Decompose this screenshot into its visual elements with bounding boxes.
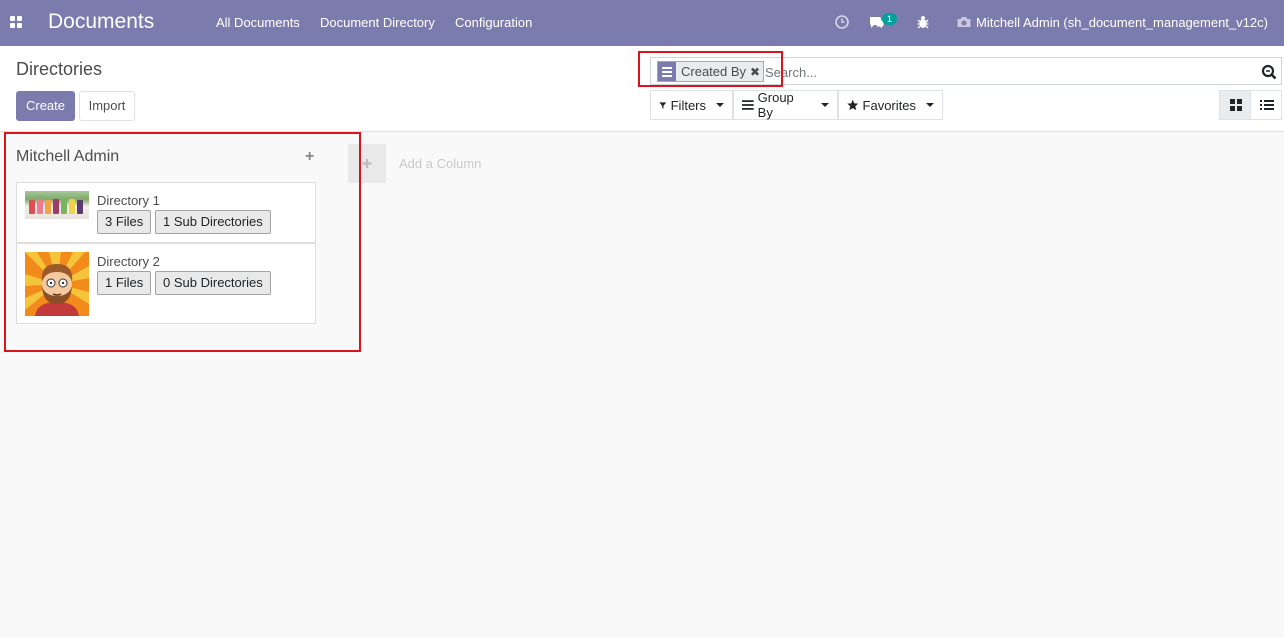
directory-name: Directory 1 <box>97 193 160 208</box>
filter-icon <box>659 101 667 109</box>
debug-bug-icon[interactable] <box>915 14 931 30</box>
search-input[interactable] <box>765 63 1245 81</box>
kanban-card-directory[interactable]: Directory 1 3 Files 1 Sub Directories <box>16 182 316 243</box>
favorites-dropdown[interactable]: Favorites <box>838 90 943 120</box>
column-title: Mitchell Admin <box>16 148 120 165</box>
chat-count-badge: 1 <box>882 13 897 25</box>
groupby-label: Group By <box>757 90 794 120</box>
list-view-button[interactable] <box>1250 90 1282 120</box>
menu-configuration[interactable]: Configuration <box>455 15 532 30</box>
groupby-dropdown[interactable]: Group By <box>733 90 838 120</box>
avatar <box>25 252 89 316</box>
chevron-down-icon <box>926 103 934 107</box>
directory-name: Directory 2 <box>97 254 160 269</box>
kanban-grid-icon <box>1230 99 1242 111</box>
list-icon <box>1260 100 1274 110</box>
top-navbar: Documents All Documents Document Directo… <box>0 0 1284 46</box>
chevron-down-icon <box>716 103 724 107</box>
page-title: Directories <box>16 59 103 79</box>
create-button[interactable]: Create <box>16 91 75 121</box>
favorites-label: Favorites <box>862 97 916 113</box>
plus-icon <box>362 159 372 168</box>
menu-all-documents[interactable]: All Documents <box>216 15 300 30</box>
subdirectories-count-button[interactable]: 0 Sub Directories <box>155 271 271 295</box>
bars-icon <box>742 100 754 110</box>
files-count-button[interactable]: 3 Files <box>97 210 152 234</box>
user-menu[interactable]: Mitchell Admin (sh_document_management_v… <box>976 15 1268 30</box>
filters-label: Filters <box>670 97 706 113</box>
add-column-label[interactable]: Add a Column <box>399 156 481 171</box>
search-icon[interactable] <box>1261 64 1277 80</box>
import-button[interactable]: Import <box>79 91 135 121</box>
search-facet-created-by: Created By ✖ <box>657 61 765 82</box>
subdirectories-count-button[interactable]: 1 Sub Directories <box>155 210 271 234</box>
star-icon <box>847 99 859 111</box>
facet-label: Created By <box>681 64 747 79</box>
camera-icon <box>957 17 971 27</box>
app-title: Documents <box>48 10 155 33</box>
clock-icon[interactable] <box>834 14 850 30</box>
chevron-down-icon <box>821 103 829 107</box>
remove-facet-icon[interactable]: ✖ <box>750 65 763 79</box>
kanban-view-button[interactable] <box>1219 90 1251 120</box>
directory-thumbnail <box>25 191 89 219</box>
quick-create-plus-icon[interactable]: + <box>305 148 314 166</box>
control-panel: Directories Create Import Created By ✖ F… <box>0 46 1284 132</box>
files-count-button[interactable]: 1 Files <box>97 271 152 295</box>
groupby-list-icon <box>658 62 676 81</box>
filters-dropdown[interactable]: Filters <box>650 90 733 120</box>
search-bar: Created By ✖ <box>650 57 1282 85</box>
menu-document-directory[interactable]: Document Directory <box>320 15 435 30</box>
add-column-button[interactable] <box>348 144 386 183</box>
apps-menu-icon[interactable] <box>10 16 22 28</box>
kanban-card-directory[interactable]: Directory 2 1 Files 0 Sub Directories <box>16 243 316 324</box>
